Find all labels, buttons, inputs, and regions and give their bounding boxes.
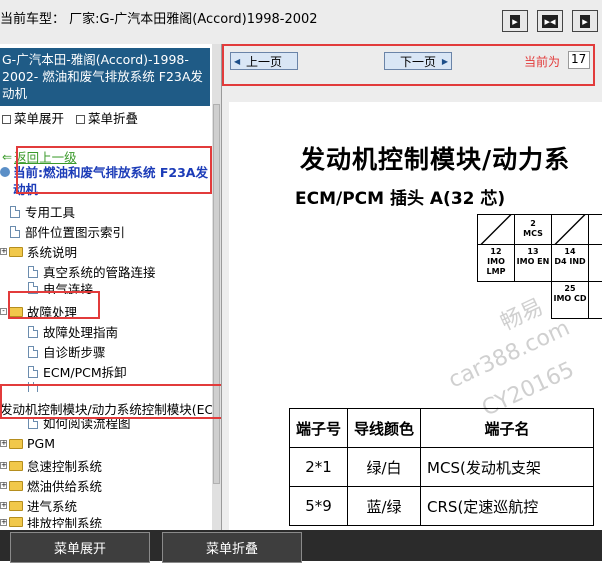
menu-toggle-line: 菜单展开 菜单折叠 <box>0 108 138 127</box>
pin-12: 12 IMO LMP <box>477 244 515 282</box>
fit-page-icon: ▸ <box>580 14 590 28</box>
document-icon <box>28 325 38 338</box>
pin-2: 2 MCS <box>514 214 552 245</box>
single-page-icon: ▸ <box>510 14 520 28</box>
expand-toggle-icon[interactable]: + <box>0 462 7 469</box>
expand-toggle-icon[interactable]: + <box>0 248 7 255</box>
connector-title: ECM/PCM 插头 A(32 芯) <box>295 189 506 209</box>
highlight-box-current <box>16 146 212 194</box>
current-node-icon <box>0 167 10 177</box>
highlight-box-ecm <box>0 384 221 419</box>
left-panel-header: G-广汽本田-雅阁(Accord)-1998-2002- 燃油和废气排放系统 F… <box>0 48 210 106</box>
fit-page-button[interactable]: ▸ <box>572 10 598 32</box>
table-cell: MCS(发动机支架 <box>420 447 595 487</box>
table-header-row: 端子号 导线颜色 端子名 <box>288 408 595 448</box>
tree-item-self-diagnosis[interactable]: 自诊断步骤 <box>28 342 106 361</box>
table-cell: 5*9 <box>288 486 349 526</box>
pin-empty <box>588 214 602 245</box>
pin-table: 端子号 导线颜色 端子名 2*1 绿/白 MCS(发动机支架 5*9 蓝/绿 C… <box>288 408 595 526</box>
document-icon <box>28 365 38 378</box>
expand-toggle-icon[interactable]: + <box>0 482 7 489</box>
menu-expand-link[interactable]: 菜单展开 <box>14 111 64 126</box>
double-page-button[interactable]: ▸◂ <box>537 10 563 32</box>
document-icon <box>10 205 20 218</box>
tree-item-troubleshooting-guide[interactable]: 故障处理指南 <box>28 322 118 341</box>
table-row: 5*9 蓝/绿 CRS(定速巡航控 <box>288 486 595 526</box>
menu-collapse-link[interactable]: 菜单折叠 <box>88 111 138 126</box>
expand-checkbox-icon <box>2 115 11 124</box>
menu-expand-button[interactable]: 菜单展开 <box>10 532 150 563</box>
table-header-cell: 端子名 <box>420 408 595 448</box>
expand-toggle-icon[interactable]: - <box>0 308 7 315</box>
back-arrow-icon: ⇐ <box>2 149 13 164</box>
expand-toggle-icon[interactable]: + <box>0 518 7 526</box>
table-cell: 2*1 <box>288 447 349 487</box>
tree-item-emission[interactable]: + 排放控制系统 <box>0 516 102 528</box>
pin-empty <box>588 244 602 282</box>
expand-toggle-icon[interactable]: + <box>0 440 7 447</box>
top-bar: 当前车型： 厂家:G-广汽本田雅阁(Accord)1998-2002 ▸ ▸◂ … <box>0 0 602 45</box>
table-header-cell: 端子号 <box>288 408 349 448</box>
folder-icon <box>9 480 23 491</box>
tree-item-vacuum-routing[interactable]: 真空系统的管路连接 <box>28 262 156 281</box>
double-page-icon: ▸◂ <box>542 14 558 28</box>
pin-25: 25 IMO CD <box>551 281 589 319</box>
page-nav-bar: ◀ 上一页 下一页 ▶ 当前为 17 <box>222 44 602 86</box>
folder-icon <box>9 500 23 511</box>
table-row: 2*1 绿/白 MCS(发动机支架 <box>288 447 595 487</box>
folder-icon <box>9 246 23 257</box>
document-icon <box>28 265 38 278</box>
single-page-button[interactable]: ▸ <box>502 10 528 32</box>
pin-13: 13 IMO EN <box>514 244 552 282</box>
pin-empty <box>588 281 602 319</box>
pin-empty <box>477 214 515 245</box>
tree-item-special-tools[interactable]: 专用工具 <box>10 202 75 221</box>
highlight-box-nav <box>222 44 595 86</box>
left-scrollbar[interactable] <box>212 44 221 530</box>
left-panel: G-广汽本田-雅阁(Accord)-1998-2002- 燃油和废气排放系统 F… <box>0 44 222 530</box>
tree-item-system-description[interactable]: + 系统说明 <box>0 242 77 261</box>
folder-icon <box>9 517 23 527</box>
table-cell: 绿/白 <box>347 447 422 487</box>
bottom-bar: 菜单展开 菜单折叠 <box>0 530 602 563</box>
table-cell: CRS(定速巡航控 <box>420 486 595 526</box>
menu-collapse-button[interactable]: 菜单折叠 <box>162 532 302 563</box>
pin-empty <box>551 214 589 245</box>
table-header-cell: 导线颜色 <box>347 408 422 448</box>
tree-item-pgm[interactable]: + PGM <box>0 436 55 451</box>
table-cell: 蓝/绿 <box>347 486 422 526</box>
tree-item-component-index[interactable]: 部件位置图示索引 <box>10 222 125 241</box>
content-panel: ◀ 上一页 下一页 ▶ 当前为 17 发动机控制模块/动力系 ECM/PCM 插… <box>222 44 602 530</box>
document-icon <box>28 345 38 358</box>
tree-item-fuel-supply[interactable]: + 燃油供给系统 <box>0 476 102 495</box>
page-title: 发动机控制模块/动力系 <box>300 145 571 174</box>
vehicle-title: 当前车型： 厂家:G-广汽本田雅阁(Accord)1998-2002 <box>0 12 318 27</box>
folder-icon <box>9 438 23 449</box>
tree-item-ecm-removal[interactable]: ECM/PCM拆卸 <box>28 362 127 381</box>
tree-item-idle-control[interactable]: + 怠速控制系统 <box>0 456 102 475</box>
tree-item-intake[interactable]: + 进气系统 <box>0 496 77 515</box>
highlight-box-troubleshooting <box>8 291 100 319</box>
left-scrollbar-thumb[interactable] <box>213 104 220 484</box>
expand-toggle-icon[interactable]: + <box>0 502 7 509</box>
manual-page: 发动机控制模块/动力系 ECM/PCM 插头 A(32 芯) 2 MCS 12 IM… <box>229 102 602 530</box>
document-icon <box>10 225 20 238</box>
collapse-checkbox-icon <box>76 115 85 124</box>
folder-icon <box>9 460 23 471</box>
pin-14: 14 D4 IND <box>551 244 589 282</box>
